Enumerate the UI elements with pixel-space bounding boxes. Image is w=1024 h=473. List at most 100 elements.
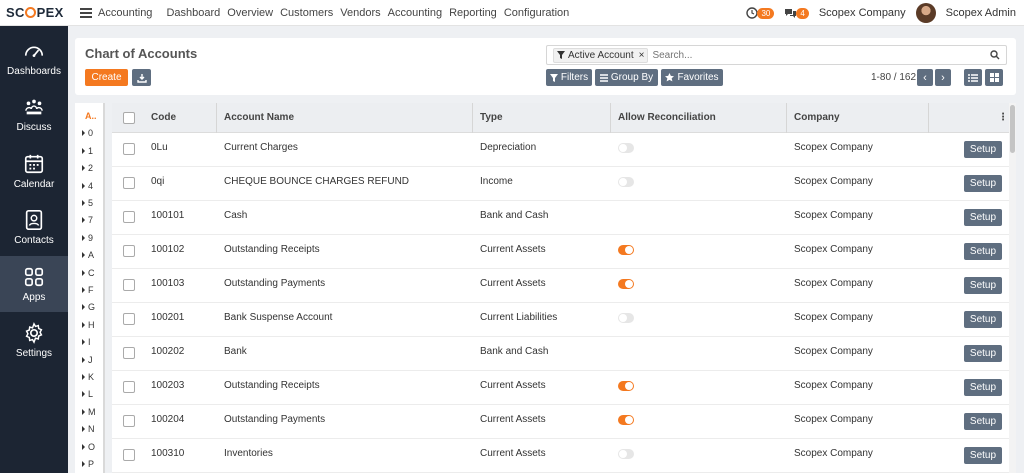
- menu-vendors[interactable]: Vendors: [340, 7, 380, 19]
- table-row[interactable]: 100201 Bank Suspense Account Current Liabi…: [112, 303, 1016, 337]
- setup-button[interactable]: Setup: [964, 379, 1002, 396]
- reconcile-toggle[interactable]: [618, 415, 634, 425]
- column-allow-reconciliation[interactable]: Allow Reconciliation: [618, 103, 716, 133]
- reconcile-toggle[interactable]: [618, 143, 634, 153]
- menu-configuration[interactable]: Configuration: [504, 7, 569, 19]
- sidebar-item-contacts[interactable]: Contacts: [0, 199, 68, 255]
- alpha-filter-item[interactable]: I: [82, 337, 91, 347]
- pager-previous[interactable]: ‹: [917, 69, 933, 86]
- column-type[interactable]: Type: [480, 103, 503, 133]
- facet-remove-icon[interactable]: ×: [639, 50, 645, 61]
- alpha-filter-item[interactable]: K: [82, 372, 94, 382]
- alpha-filter-item[interactable]: 1: [82, 146, 93, 156]
- alpha-filter-item[interactable]: F: [82, 285, 94, 295]
- setup-button[interactable]: Setup: [964, 243, 1002, 260]
- alpha-filter-item[interactable]: 5: [82, 198, 93, 208]
- messages-menu[interactable]: 4: [784, 7, 809, 19]
- setup-button[interactable]: Setup: [964, 413, 1002, 430]
- alpha-filter-item[interactable]: H: [82, 320, 95, 330]
- row-checkbox[interactable]: [123, 449, 135, 461]
- alpha-filter-item[interactable]: N: [82, 424, 95, 434]
- alpha-filter-item[interactable]: 4: [82, 181, 93, 191]
- column-options-icon[interactable]: ⋮: [998, 103, 1008, 133]
- setup-button[interactable]: Setup: [964, 209, 1002, 226]
- table-row[interactable]: 0Lu Current Charges Depreciation Scopex Com…: [112, 133, 1016, 167]
- reconcile-toggle[interactable]: [618, 279, 634, 289]
- menu-dashboard[interactable]: Dashboard: [166, 7, 220, 19]
- alpha-filter-all[interactable]: A..: [85, 111, 97, 121]
- menu-accounting[interactable]: Accounting: [388, 7, 442, 19]
- activity-menu[interactable]: 30: [746, 7, 775, 19]
- menu-toggle-icon[interactable]: [80, 7, 92, 18]
- table-row[interactable]: 0qi CHEQUE BOUNCE CHARGES REFUND Income Sco…: [112, 167, 1016, 201]
- alpha-filter-item[interactable]: P: [82, 459, 94, 469]
- filters-button[interactable]: Filters: [546, 69, 592, 86]
- row-checkbox[interactable]: [123, 211, 135, 223]
- menu-customers[interactable]: Customers: [280, 7, 333, 19]
- menu-reporting[interactable]: Reporting: [449, 7, 497, 19]
- table-row[interactable]: 100101 Cash Bank and Cash Scopex Company Set…: [112, 201, 1016, 235]
- row-checkbox[interactable]: [123, 347, 135, 359]
- setup-button[interactable]: Setup: [964, 277, 1002, 294]
- table-row[interactable]: 100103 Outstanding Payments Current Assets…: [112, 269, 1016, 303]
- table-row[interactable]: 100203 Outstanding Receipts Current Assets…: [112, 371, 1016, 405]
- alpha-filter-item[interactable]: C: [82, 268, 95, 278]
- sidebar-item-settings[interactable]: Settings: [0, 312, 68, 368]
- alpha-filter-item[interactable]: 7: [82, 215, 93, 225]
- alpha-filter-item[interactable]: O: [82, 442, 95, 452]
- pager-value[interactable]: 1-80 / 162: [871, 72, 916, 83]
- list-view-button[interactable]: [964, 69, 982, 86]
- table-row[interactable]: 100202 Bank Bank and Cash Scopex Company Set…: [112, 337, 1016, 371]
- alpha-filter-item[interactable]: 0: [82, 128, 93, 138]
- favorites-button[interactable]: Favorites: [661, 69, 723, 86]
- reconcile-toggle[interactable]: [618, 245, 634, 255]
- reconcile-toggle[interactable]: [618, 177, 634, 187]
- table-row[interactable]: 100310 Inventories Current Assets Scopex Co…: [112, 439, 1016, 473]
- current-app-name[interactable]: Accounting: [98, 7, 152, 19]
- setup-button[interactable]: Setup: [964, 141, 1002, 158]
- list-scrollbar[interactable]: [1009, 103, 1016, 473]
- column-company[interactable]: Company: [794, 103, 840, 133]
- row-checkbox[interactable]: [123, 143, 135, 155]
- sidebar-item-discuss[interactable]: Discuss: [0, 86, 68, 142]
- menu-overview[interactable]: Overview: [227, 7, 273, 19]
- kanban-view-button[interactable]: [985, 69, 1003, 86]
- column-code[interactable]: Code: [151, 103, 176, 133]
- setup-button[interactable]: Setup: [964, 311, 1002, 328]
- download-button[interactable]: [132, 69, 151, 86]
- alpha-filter-item[interactable]: 9: [82, 233, 93, 243]
- row-checkbox[interactable]: [123, 245, 135, 257]
- alpha-filter-item[interactable]: G: [82, 302, 95, 312]
- sidebar-item-dashboards[interactable]: Dashboards: [0, 30, 68, 86]
- alpha-filter-item[interactable]: J: [82, 355, 93, 365]
- sidebar-item-calendar[interactable]: Calendar: [0, 143, 68, 199]
- company-switcher[interactable]: Scopex Company: [819, 7, 906, 19]
- alpha-filter-item[interactable]: L: [82, 389, 93, 399]
- row-checkbox[interactable]: [123, 177, 135, 189]
- setup-button[interactable]: Setup: [964, 175, 1002, 192]
- row-checkbox[interactable]: [123, 313, 135, 325]
- search-icon[interactable]: [990, 50, 1000, 60]
- row-checkbox[interactable]: [123, 279, 135, 291]
- reconcile-toggle[interactable]: [618, 449, 634, 459]
- setup-button[interactable]: Setup: [964, 345, 1002, 362]
- alpha-filter-item[interactable]: M: [82, 407, 96, 417]
- sidebar-item-apps[interactable]: Apps: [0, 256, 68, 312]
- table-row[interactable]: 100102 Outstanding Receipts Current Assets…: [112, 235, 1016, 269]
- create-button[interactable]: Create: [85, 69, 128, 86]
- reconcile-toggle[interactable]: [618, 381, 634, 391]
- row-checkbox[interactable]: [123, 381, 135, 393]
- alpha-filter-item[interactable]: A: [82, 250, 94, 260]
- pager-next[interactable]: ›: [935, 69, 951, 86]
- table-row[interactable]: 100204 Outstanding Payments Current Assets…: [112, 405, 1016, 439]
- setup-button[interactable]: Setup: [964, 447, 1002, 464]
- column-account-name[interactable]: Account Name: [224, 103, 294, 133]
- group-by-button[interactable]: Group By: [595, 69, 658, 86]
- select-all-checkbox[interactable]: [123, 112, 135, 124]
- user-avatar[interactable]: [915, 3, 936, 23]
- reconcile-toggle[interactable]: [618, 313, 634, 323]
- alpha-filter-item[interactable]: 2: [82, 163, 93, 173]
- row-checkbox[interactable]: [123, 415, 135, 427]
- user-menu[interactable]: Scopex Admin: [946, 7, 1016, 19]
- search-input[interactable]: [652, 49, 973, 61]
